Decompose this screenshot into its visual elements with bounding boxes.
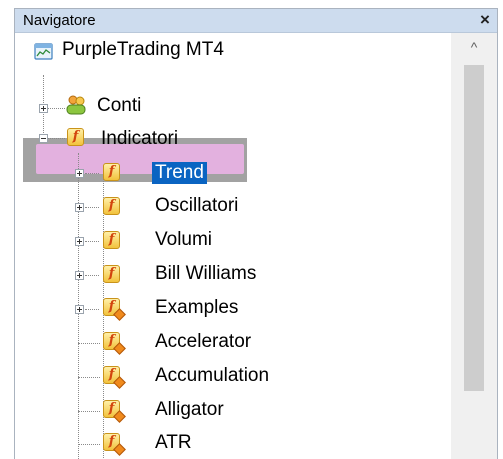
- tree-item-bill-williams[interactable]: f Bill Williams: [15, 257, 445, 291]
- close-icon[interactable]: ×: [477, 10, 493, 30]
- custom-indicator-icon: f: [103, 400, 126, 423]
- scroll-up-icon[interactable]: ^: [451, 33, 497, 61]
- tree-item-label: Conti: [97, 95, 142, 116]
- tree-item-atr[interactable]: f ATR: [15, 426, 445, 459]
- navigator-tree: PurpleTrading MT4 Conti f Indicatori f T…: [15, 33, 451, 459]
- custom-indicator-icon: f: [103, 332, 126, 355]
- tree-line: [78, 444, 100, 445]
- navigator-panel: Navigatore × PurpleTrading MT4 Conti f I…: [14, 8, 498, 459]
- indicator-folder-icon: f: [103, 163, 120, 181]
- tree-line: [85, 309, 99, 310]
- scroll-thumb[interactable]: [464, 65, 484, 391]
- custom-indicator-icon: f: [103, 433, 126, 456]
- accounts-people-icon: [66, 95, 86, 115]
- expand-icon[interactable]: [75, 271, 84, 280]
- tree-item-label: Accumulation: [155, 365, 270, 386]
- tree-line: [78, 377, 100, 378]
- tree-item-alligator[interactable]: f Alligator: [15, 393, 445, 427]
- collapse-icon[interactable]: [39, 134, 48, 143]
- tree-item-label: Trend: [152, 162, 207, 184]
- navigator-titlebar: Navigatore ×: [15, 9, 497, 33]
- expand-icon[interactable]: [75, 169, 84, 178]
- vertical-scrollbar[interactable]: ^: [451, 33, 497, 459]
- tree-item-label: Examples: [155, 297, 239, 318]
- tree-item-label: ATR: [155, 432, 192, 453]
- expand-icon[interactable]: [75, 203, 84, 212]
- indicator-folder-icon: f: [103, 197, 120, 215]
- tree-item-examples[interactable]: f Examples: [15, 291, 445, 325]
- tree-item-label: Indicatori: [101, 128, 179, 149]
- tree-item-volumi[interactable]: f Volumi: [15, 223, 445, 257]
- tree-line: [78, 343, 100, 344]
- tree-line: [85, 275, 99, 276]
- tree-item-trend[interactable]: f Trend: [15, 156, 445, 190]
- expand-icon[interactable]: [39, 104, 48, 113]
- indicator-folder-icon: f: [103, 231, 120, 249]
- custom-indicator-icon: f: [103, 298, 126, 321]
- tree-item-oscillatori[interactable]: f Oscillatori: [15, 189, 445, 223]
- expand-icon[interactable]: [75, 305, 84, 314]
- tree-item-indicatori[interactable]: f Indicatori: [15, 122, 445, 156]
- tree-line: [85, 173, 99, 174]
- tree-item-label: Volumi: [155, 229, 213, 250]
- custom-indicator-icon: f: [103, 366, 126, 389]
- tree-line: [85, 241, 99, 242]
- navigator-title: Navigatore: [23, 12, 96, 29]
- tree-item-label: Oscillatori: [155, 195, 239, 216]
- tree-line: [85, 207, 99, 208]
- tree-item-conti[interactable]: Conti: [15, 89, 445, 123]
- tree-item-accelerator[interactable]: f Accelerator: [15, 325, 445, 359]
- indicator-folder-icon: f: [103, 265, 120, 283]
- tree-item-label: PurpleTrading MT4: [62, 39, 224, 60]
- indicator-folder-icon: f: [67, 128, 84, 146]
- tree-item-label: Accelerator: [155, 331, 252, 352]
- tree-line: [78, 411, 100, 412]
- tree-item-accumulation[interactable]: f Accumulation: [15, 359, 445, 393]
- tree-item-label: Alligator: [155, 399, 224, 420]
- expand-icon[interactable]: [75, 237, 84, 246]
- tree-item-label: Bill Williams: [155, 263, 257, 284]
- account-window-icon: [34, 43, 53, 60]
- tree-item-root[interactable]: PurpleTrading MT4: [15, 33, 445, 67]
